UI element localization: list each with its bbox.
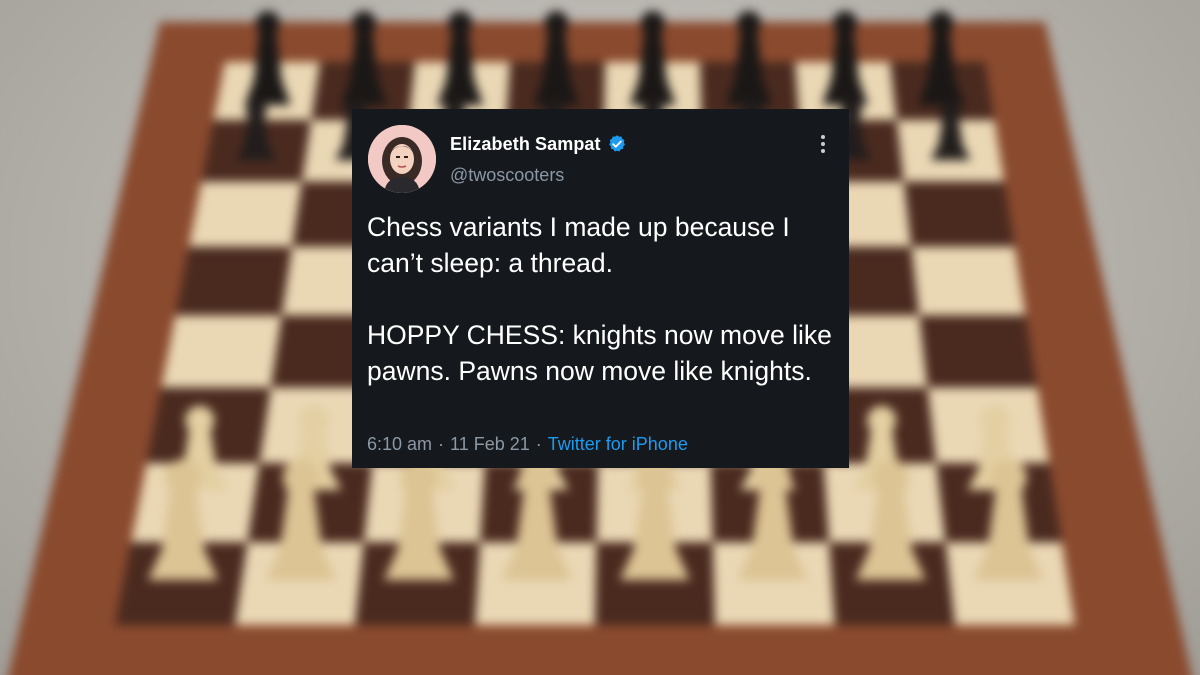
tweet-text: Chess variants I made up because I can’t… xyxy=(367,209,837,389)
author-name-row: Elizabeth Sampat xyxy=(450,132,627,156)
board-square xyxy=(903,181,1015,247)
board-square xyxy=(911,246,1026,316)
avatar[interactable] xyxy=(368,125,436,193)
tweet-metadata: 6:10 am · 11 Feb 21 · Twitter for iPhone xyxy=(367,434,688,455)
tweet-date[interactable]: 11 Feb 21 xyxy=(450,434,530,454)
tweet-paragraph: Chess variants I made up because I can’t… xyxy=(367,212,790,278)
user-handle[interactable]: @twoscooters xyxy=(450,165,564,186)
board-square xyxy=(175,246,293,316)
board-square xyxy=(161,315,282,388)
board-square xyxy=(919,315,1038,388)
tweet-card: Elizabeth Sampat @twoscooters Chess vari… xyxy=(352,109,849,468)
tweet-time[interactable]: 6:10 am xyxy=(367,434,432,454)
separator: · xyxy=(535,434,542,454)
tweet-source-link[interactable]: Twitter for iPhone xyxy=(548,434,688,454)
display-name[interactable]: Elizabeth Sampat xyxy=(450,134,601,155)
more-options-icon[interactable] xyxy=(815,133,831,155)
avatar-illustration xyxy=(368,125,436,193)
verified-badge-icon xyxy=(607,134,627,154)
board-square xyxy=(188,181,302,247)
tweet-paragraph: HOPPY CHESS: knights now move like pawns… xyxy=(367,320,832,386)
separator: · xyxy=(438,434,445,454)
